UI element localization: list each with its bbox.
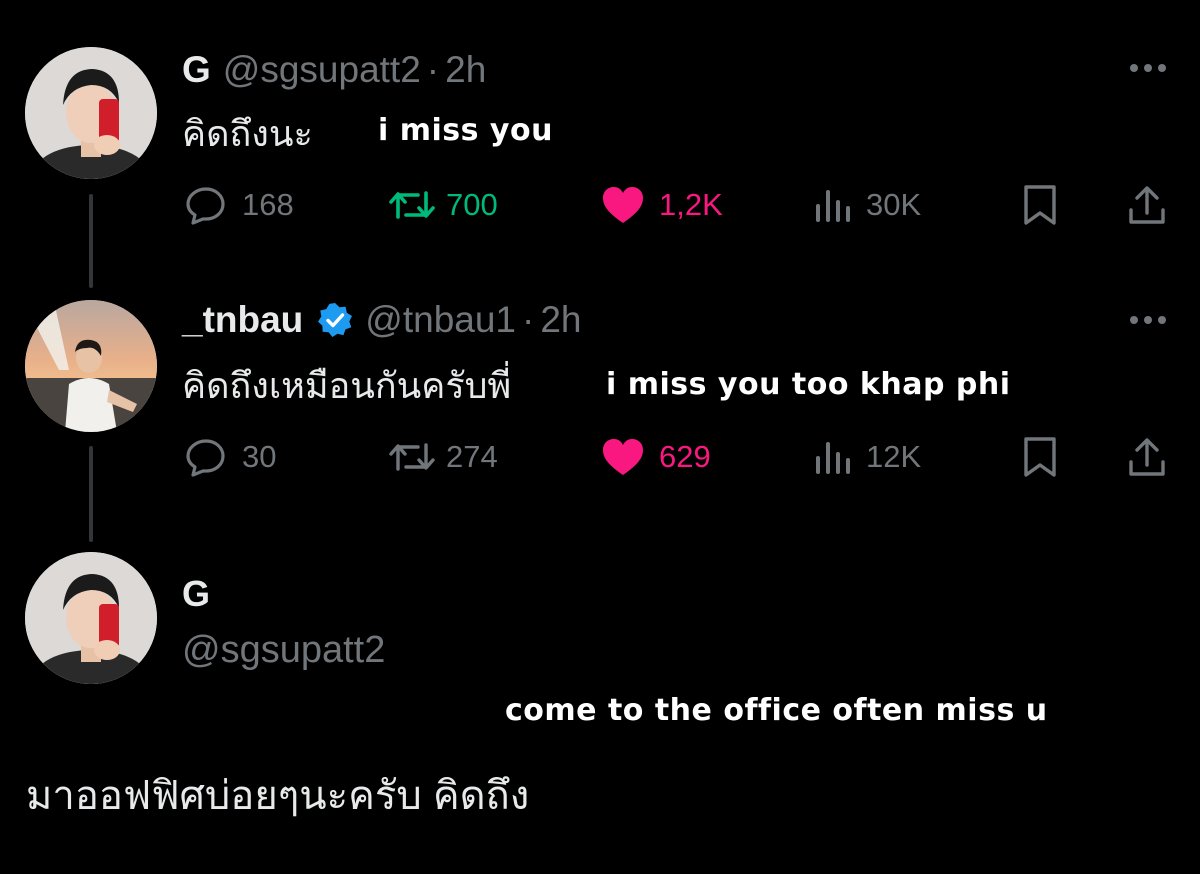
avatar-photo [25,300,157,432]
display-name[interactable]: _tnbau [182,298,303,342]
reply-icon [186,439,225,477]
reply-button[interactable]: 30 [184,432,276,482]
retweet-button[interactable]: 700 [388,180,498,230]
views-button[interactable]: 12K [814,432,921,482]
bookmark-button[interactable] [1022,180,1058,230]
handle[interactable]: @tnbau1 [365,298,516,342]
views-count: 12K [866,439,922,474]
action-bar: 30 274 629 12K [0,432,1200,482]
like-count: 1,2K [659,187,723,222]
avatar-photo [25,47,157,179]
views-button[interactable]: 30K [814,180,921,230]
heart-icon [603,187,643,223]
more-icon[interactable] [1128,62,1168,74]
share-button[interactable] [1126,432,1168,482]
timestamp[interactable]: 2h [540,298,581,342]
views-icon [816,442,850,474]
more-icon[interactable] [1128,314,1168,326]
translation-overlay: i miss you too khap phi [606,367,1011,402]
reply-icon [186,187,225,225]
bookmark-icon [1024,185,1056,225]
tweet-header: G @sgsupatt2 · 2h [182,48,486,92]
separator-dot: · [426,49,440,90]
avatar[interactable] [25,552,157,684]
tweet-header: _tnbau @tnbau1 · 2h [182,298,582,342]
action-bar: 168 700 1,2K 30K [0,180,1200,230]
handle[interactable]: @sgsupatt2 [223,48,421,92]
tweet-text: คิดถึงเหมือนกันครับพี่ [182,365,512,406]
display-name[interactable]: G [182,572,210,616]
like-button[interactable]: 629 [601,432,711,482]
reply-button[interactable]: 168 [184,180,294,230]
tweet-text: มาออฟฟิศบ่อยๆนะครับ คิดถึง [26,774,530,818]
handle[interactable]: @sgsupatt2 [182,627,385,673]
retweet-button[interactable]: 274 [388,432,498,482]
retweet-icon [389,191,435,219]
bookmark-button[interactable] [1022,432,1058,482]
share-icon [1129,438,1165,476]
separator-dot: · [522,299,535,340]
views-count: 30K [866,187,922,222]
tweet-text: คิดถึงนะ [182,113,313,154]
avatar-photo [25,552,157,684]
bookmark-icon [1024,437,1056,477]
like-count: 629 [659,439,711,474]
display-name[interactable]: G [182,48,211,92]
heart-icon [603,439,643,475]
reply-count: 168 [242,187,294,222]
avatar[interactable] [25,300,157,432]
avatar[interactable] [25,47,157,179]
translation-overlay: i miss you [378,113,553,148]
verified-badge-icon [318,303,353,337]
share-icon [1129,186,1165,224]
timestamp[interactable]: 2h [445,48,486,92]
retweet-count: 700 [446,187,498,222]
retweet-count: 274 [446,439,498,474]
like-button[interactable]: 1,2K [601,180,723,230]
reply-count: 30 [242,439,277,474]
retweet-icon [389,443,435,471]
views-icon [816,190,850,222]
share-button[interactable] [1126,180,1168,230]
translation-overlay: come to the office often miss u [505,693,1048,728]
